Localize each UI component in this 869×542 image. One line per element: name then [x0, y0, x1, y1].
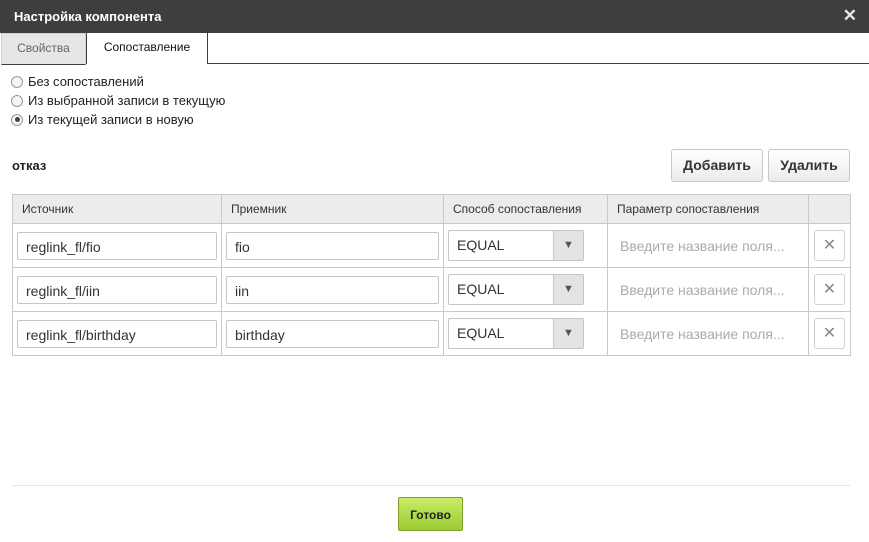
remove-row-button[interactable]: ✕ [814, 230, 845, 261]
table-header-row: Источник Приемник Способ сопоставления П… [12, 194, 851, 224]
radio-option-current-to-new[interactable]: Из текущей записи в новую [11, 110, 225, 129]
mapping-table: Источник Приемник Способ сопоставления П… [12, 194, 851, 356]
table-row: reglink_fl/birthday birthday EQUAL ▼ Введ… [12, 311, 851, 356]
remove-row-button[interactable]: ✕ [814, 318, 845, 349]
radio-option-none[interactable]: Без сопоставлений [11, 72, 225, 91]
source-input[interactable]: reglink_fl/iin [17, 275, 217, 304]
close-icon: ✕ [822, 281, 837, 298]
add-button[interactable]: Добавить [671, 149, 763, 182]
method-select[interactable]: EQUAL ▼ [448, 230, 584, 261]
triangle-down-icon[interactable]: ▼ [553, 231, 583, 260]
target-input[interactable]: iin [226, 275, 439, 304]
tab-properties[interactable]: Свойства [1, 33, 86, 65]
source-input[interactable]: reglink_fl/birthday [17, 319, 217, 348]
parameter-input[interactable]: Введите название поля... [612, 320, 804, 348]
close-icon: ✕ [822, 237, 837, 254]
radio-label: Без сопоставлений [28, 74, 144, 89]
tab-bar: Свойства Сопоставление [0, 33, 869, 65]
remove-row-button[interactable]: ✕ [814, 274, 845, 305]
method-select[interactable]: EQUAL ▼ [448, 274, 584, 305]
table-row: reglink_fl/fio fio EQUAL ▼ Введите назван… [12, 223, 851, 268]
target-input[interactable]: birthday [226, 319, 439, 348]
dialog-titlebar: Настройка компонента ✕ [0, 0, 869, 33]
column-header-method: Способ сопоставления [443, 194, 608, 224]
radio-label: Из выбранной записи в текущую [28, 93, 226, 108]
target-input[interactable]: fio [226, 231, 439, 260]
parameter-input[interactable]: Введите название поля... [612, 276, 804, 304]
column-header-actions [808, 194, 851, 224]
parameter-input[interactable]: Введите название поля... [612, 232, 804, 260]
done-button[interactable]: Готово [398, 497, 463, 531]
close-icon: ✕ [822, 325, 837, 342]
column-header-source: Источник [12, 194, 222, 224]
radio-option-selected-to-current[interactable]: Из выбранной записи в текущую [11, 91, 225, 110]
table-row: reglink_fl/iin iin EQUAL ▼ Введите назван… [12, 267, 851, 312]
dialog-title: Настройка компонента [14, 9, 162, 24]
tab-divider [207, 63, 869, 64]
close-icon[interactable]: ✕ [843, 6, 857, 26]
column-header-parameter: Параметр сопоставления [607, 194, 809, 224]
method-select-value: EQUAL [457, 325, 505, 341]
source-input[interactable]: reglink_fl/fio [17, 231, 217, 260]
footer-divider [12, 485, 850, 486]
section-title: отказ [12, 158, 47, 173]
triangle-down-icon[interactable]: ▼ [553, 319, 583, 348]
radio-button-checked[interactable] [11, 113, 23, 126]
method-select[interactable]: EQUAL ▼ [448, 318, 584, 349]
triangle-down-icon[interactable]: ▼ [553, 275, 583, 304]
column-header-target: Приемник [221, 194, 444, 224]
radio-button[interactable] [11, 94, 23, 107]
radio-button[interactable] [11, 75, 23, 88]
mapping-mode-group: Без сопоставлений Из выбранной записи в … [11, 72, 225, 129]
delete-button[interactable]: Удалить [768, 149, 850, 182]
method-select-value: EQUAL [457, 237, 505, 253]
radio-label: Из текущей записи в новую [28, 112, 194, 127]
tab-mapping[interactable]: Сопоставление [86, 33, 208, 64]
method-select-value: EQUAL [457, 281, 505, 297]
